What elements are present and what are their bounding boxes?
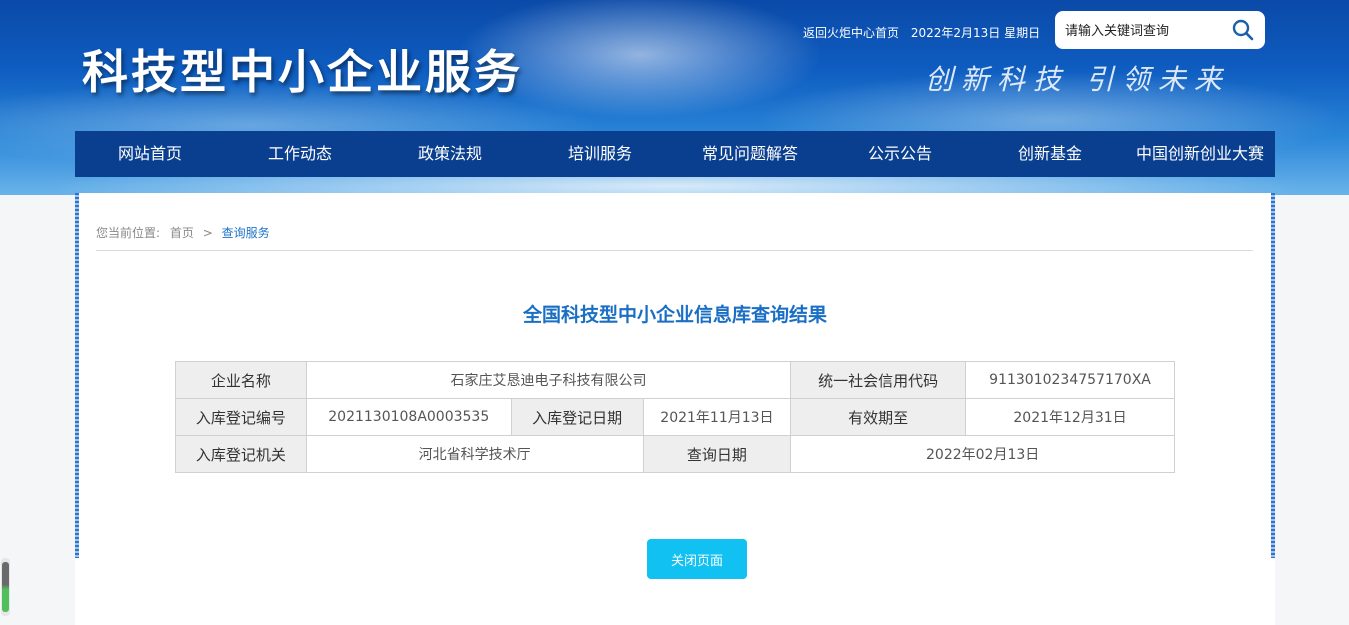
main-nav: 网站首页 工作动态 政策法规 培训服务 常见问题解答 公示公告 创新基金 中国创… xyxy=(75,131,1275,177)
header-date: 2022年2月13日 星期日 xyxy=(910,26,1041,40)
nav-item-faq[interactable]: 常见问题解答 xyxy=(675,131,825,177)
valid-until-label: 有效期至 xyxy=(790,398,967,436)
search-icon[interactable] xyxy=(1231,18,1255,42)
slogan: 创新科技 引领未来 xyxy=(925,63,1230,96)
site-title: 科技型中小企业服务 xyxy=(82,45,523,99)
content-panel: 您当前位置: 首页 > 查询服务 全国科技型中小企业信息库查询结果 企业名称 石… xyxy=(75,193,1275,625)
top-links: 返回火炬中心首页 2022年2月13日 星期日 xyxy=(803,24,1048,41)
table-row: 入库登记机关 河北省科学技术厅 查询日期 2022年02月13日 xyxy=(175,435,1175,473)
scrollbar-thumb[interactable] xyxy=(2,562,9,612)
credit-code-value: 9113010234757170XA xyxy=(965,361,1175,399)
table-row: 企业名称 石家庄艾恳迪电子科技有限公司 统一社会信用代码 91130102347… xyxy=(175,361,1175,399)
nav-item-training[interactable]: 培训服务 xyxy=(525,131,675,177)
breadcrumb-separator: > xyxy=(202,226,213,240)
reg-no-value: 2021130108A0003535 xyxy=(305,398,512,436)
divider xyxy=(96,250,1253,251)
nav-item-announcements[interactable]: 公示公告 xyxy=(825,131,975,177)
nav-item-policy[interactable]: 政策法规 xyxy=(375,131,525,177)
breadcrumb-current[interactable]: 查询服务 xyxy=(222,226,270,240)
table-row: 入库登记编号 2021130108A0003535 入库登记日期 2021年11… xyxy=(175,398,1175,436)
authority-label: 入库登记机关 xyxy=(175,435,307,473)
reg-date-label: 入库登记日期 xyxy=(510,398,644,436)
credit-code-label: 统一社会信用代码 xyxy=(790,361,967,399)
breadcrumb-home-link[interactable]: 首页 xyxy=(170,226,194,240)
search-box xyxy=(1055,11,1265,49)
nav-item-innovation-fund[interactable]: 创新基金 xyxy=(975,131,1125,177)
nav-item-work-news[interactable]: 工作动态 xyxy=(225,131,375,177)
valid-until-value: 2021年12月31日 xyxy=(965,398,1175,436)
authority-value: 河北省科学技术厅 xyxy=(305,435,644,473)
company-name-value: 石家庄艾恳迪电子科技有限公司 xyxy=(305,361,792,399)
back-home-link[interactable]: 返回火炬中心首页 xyxy=(803,26,899,40)
breadcrumb-prefix: 您当前位置: xyxy=(96,226,161,240)
reg-date-value: 2021年11月13日 xyxy=(642,398,792,436)
query-date-label: 查询日期 xyxy=(642,435,792,473)
scrollbar[interactable] xyxy=(1,558,10,616)
company-name-label: 企业名称 xyxy=(175,361,307,399)
nav-item-home[interactable]: 网站首页 xyxy=(75,131,225,177)
result-table: 企业名称 石家庄艾恳迪电子科技有限公司 统一社会信用代码 91130102347… xyxy=(175,361,1175,473)
close-page-button[interactable]: 关闭页面 xyxy=(647,539,747,579)
breadcrumb: 您当前位置: 首页 > 查询服务 xyxy=(96,224,270,241)
reg-no-label: 入库登记编号 xyxy=(175,398,307,436)
result-title: 全国科技型中小企业信息库查询结果 xyxy=(522,304,827,326)
nav-item-competition[interactable]: 中国创新创业大赛 xyxy=(1125,131,1275,177)
query-date-value: 2022年02月13日 xyxy=(790,435,1175,473)
search-input[interactable] xyxy=(1063,20,1227,42)
